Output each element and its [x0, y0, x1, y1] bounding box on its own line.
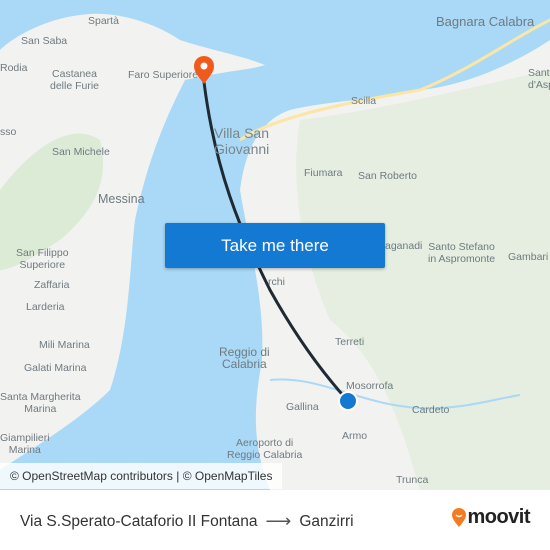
origin-dot-icon: [338, 391, 358, 411]
map-label: Larderia: [26, 301, 65, 313]
map-label: Fiumara: [304, 167, 343, 179]
map-label: Scilla: [351, 95, 377, 107]
map-label: Reggio di Calabria: [219, 345, 270, 371]
map-label: Bagnara Calabra: [436, 14, 535, 29]
map-label: Rodia: [0, 62, 28, 74]
map-label: San Roberto: [358, 170, 417, 182]
map-label: Cardeto: [412, 404, 450, 416]
map-label: Gallina: [286, 401, 319, 413]
map-label: Castanea delle Furie: [50, 68, 100, 92]
moovit-pin-icon: [452, 507, 467, 527]
route-summary: Via S.Sperato-Cataforio II Fontana ⟶ Gan…: [20, 511, 354, 532]
map-label: Faro Superiore: [128, 69, 199, 81]
map-label: Terreti: [335, 336, 365, 348]
map-label: Gambari: [508, 251, 549, 263]
map-label: San Michele: [52, 146, 110, 158]
map-label: Armo: [342, 430, 368, 442]
map-label: Messina: [98, 192, 145, 206]
map-label: Sant d'Asp: [528, 67, 550, 91]
moovit-logo[interactable]: moovit: [451, 506, 530, 529]
moovit-wordmark: moovit: [467, 506, 530, 528]
map-label: sso: [0, 126, 17, 138]
take-me-there-button[interactable]: Take me there: [165, 223, 385, 268]
map-attribution[interactable]: © OpenStreetMap contributors | © OpenMap…: [0, 463, 283, 489]
map-label: Santo Stefano in Aspromonte: [428, 241, 496, 265]
map-label: San Filippo Superiore: [16, 247, 69, 271]
green-area: [296, 70, 550, 490]
map-label: Aeroporto di Reggio Calabria: [227, 437, 303, 461]
map-label: Santa Margherita Marina: [0, 391, 81, 415]
map-label: Villa San Giovanni: [214, 125, 270, 157]
map-label: rchi: [268, 276, 285, 288]
arrow-right-icon: ⟶: [265, 511, 292, 531]
destination-name: Ganzirri: [299, 512, 354, 530]
map[interactable]: Spartà San Saba Rodia Castanea delle Fur…: [0, 0, 550, 490]
map-label: San Saba: [21, 35, 68, 47]
map-label: Spartà: [88, 15, 119, 27]
origin-name: Via S.Sperato-Cataforio II Fontana: [20, 512, 258, 530]
map-label: Giampilieri Marina: [0, 432, 50, 456]
map-label: Trunca: [396, 474, 429, 486]
map-label: aganadi: [385, 240, 423, 252]
map-label: Zaffaria: [34, 279, 70, 291]
map-label: Galati Marina: [24, 362, 87, 374]
map-label: Mili Marina: [39, 339, 90, 351]
map-label: Mosorrofa: [346, 380, 394, 392]
